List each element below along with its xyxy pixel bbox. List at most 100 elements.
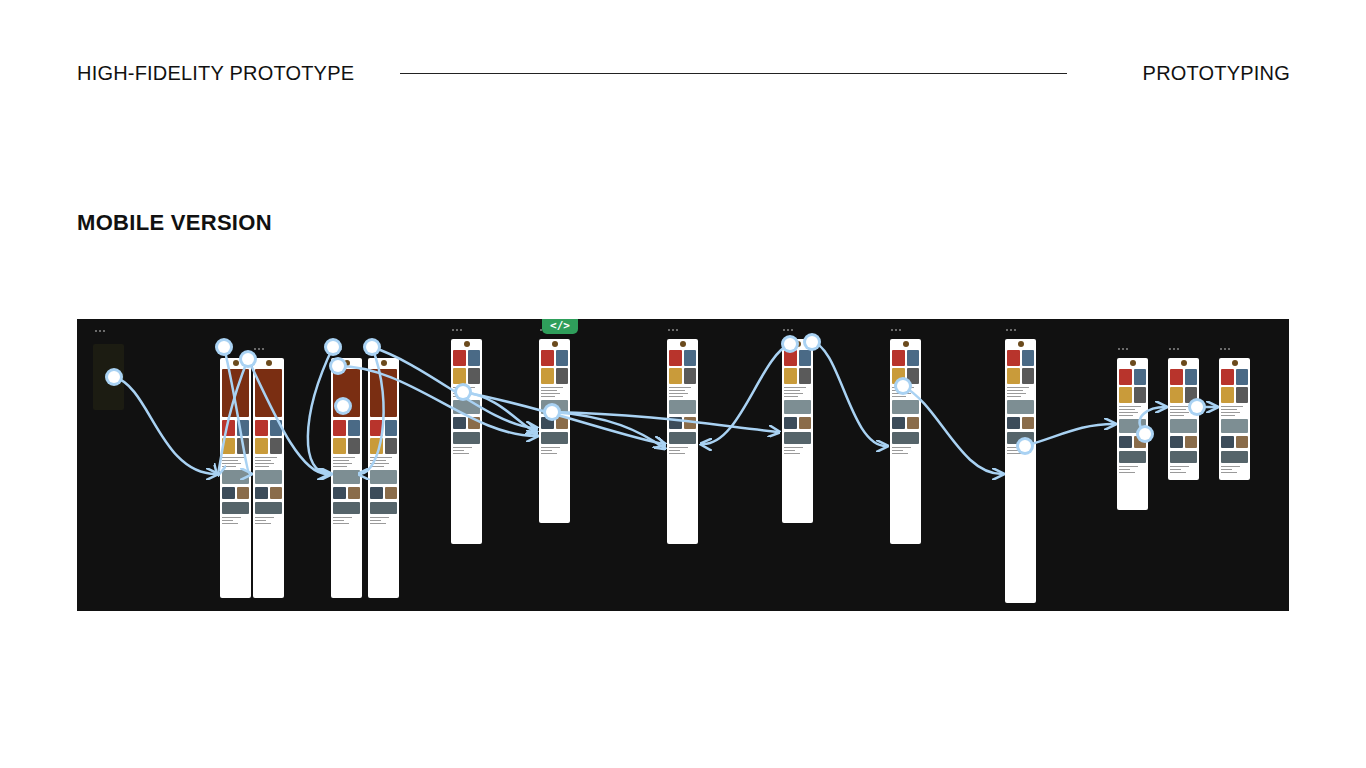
banner-image	[222, 470, 249, 484]
banner-image	[1221, 419, 1248, 433]
screen-frame[interactable]	[253, 358, 284, 598]
text-lines	[1221, 466, 1248, 473]
logo-icon	[1181, 360, 1187, 366]
screen-frame[interactable]	[1168, 358, 1199, 480]
hotspot-icon[interactable]	[1136, 425, 1154, 443]
product-image	[348, 438, 361, 454]
code-badge[interactable]: </>	[542, 319, 578, 334]
start-frame[interactable]	[93, 344, 124, 410]
product-image	[556, 417, 569, 429]
product-image	[270, 487, 283, 499]
prototype-canvas[interactable]: </>	[77, 319, 1289, 611]
hotspot-icon[interactable]	[324, 338, 342, 356]
product-image	[907, 368, 920, 384]
product-grid	[1119, 369, 1146, 403]
screen-top-bar	[453, 341, 480, 347]
screen-frame[interactable]	[539, 339, 570, 523]
product-image	[453, 368, 466, 384]
product-grid	[1170, 436, 1197, 448]
product-image	[799, 417, 812, 429]
banner-image	[541, 400, 568, 414]
screen-frame[interactable]	[890, 339, 921, 544]
product-grid	[669, 417, 696, 429]
product-image	[669, 368, 682, 384]
connection-arrow	[338, 366, 536, 436]
screen-frame[interactable]	[451, 339, 482, 544]
text-lines	[669, 387, 696, 397]
slide-header: HIGH-FIDELITY PROTOTYPEPROTOTYPING	[77, 58, 1290, 88]
connection-arrow	[224, 347, 250, 474]
screen-frame[interactable]	[1219, 358, 1250, 480]
text-lines	[1119, 406, 1146, 416]
hotspot-icon[interactable]	[781, 335, 799, 353]
text-lines	[541, 387, 568, 397]
hotspot-icon[interactable]	[1016, 437, 1034, 455]
text-lines	[255, 457, 282, 467]
product-image	[468, 417, 481, 429]
product-image	[892, 368, 905, 384]
product-image	[1236, 369, 1249, 385]
screen-top-bar	[1119, 360, 1146, 366]
screen-top-bar	[1170, 360, 1197, 366]
product-image	[348, 487, 361, 499]
screen-frame[interactable]	[220, 358, 251, 598]
banner-image	[892, 400, 919, 414]
connection-arrow	[463, 392, 664, 444]
screen-top-bar	[370, 360, 397, 366]
hotspot-icon[interactable]	[334, 397, 352, 415]
section-heading: MOBILE VERSION	[77, 210, 1290, 236]
frame-menu-icon	[95, 330, 105, 332]
product-image	[270, 438, 283, 454]
banner-image	[1007, 400, 1034, 414]
connection-arrow	[218, 359, 248, 474]
connection-arrow	[463, 392, 536, 432]
hotspot-icon[interactable]	[894, 377, 912, 395]
text-lines	[1007, 387, 1034, 397]
hotspot-icon[interactable]	[454, 383, 472, 401]
screen-frame[interactable]	[368, 358, 399, 598]
product-image	[1236, 387, 1249, 403]
product-image	[1022, 417, 1035, 429]
footer-image	[1119, 451, 1146, 463]
hotspot-icon[interactable]	[1188, 398, 1206, 416]
connection-arrow	[360, 347, 384, 474]
product-image	[684, 368, 697, 384]
screen-top-bar	[669, 341, 696, 347]
product-grid	[1170, 369, 1197, 403]
product-image	[556, 368, 569, 384]
product-image	[1185, 436, 1198, 448]
hotspot-icon[interactable]	[543, 403, 561, 421]
hotspot-icon[interactable]	[803, 333, 821, 351]
banner-image	[1170, 419, 1197, 433]
text-lines	[1221, 406, 1248, 416]
screen-frame[interactable]	[1005, 339, 1036, 603]
banner-image	[333, 470, 360, 484]
text-lines	[1170, 406, 1197, 416]
text-lines	[453, 387, 480, 397]
hotspot-icon[interactable]	[363, 338, 381, 356]
connection-arrow	[903, 386, 1002, 474]
product-image	[370, 487, 383, 499]
product-image	[784, 350, 797, 366]
text-lines	[453, 447, 480, 454]
hero-image	[255, 369, 282, 417]
connection-arrow	[248, 359, 327, 474]
logo-icon	[233, 360, 239, 366]
screen-frame[interactable]	[1117, 358, 1148, 510]
frame-menu-icon	[254, 348, 264, 350]
text-lines	[222, 517, 249, 524]
product-grid	[892, 417, 919, 429]
screen-top-bar	[1007, 341, 1034, 347]
screen-frame[interactable]	[782, 339, 813, 523]
hotspot-icon[interactable]	[239, 350, 257, 368]
slide-title: HIGH-FIDELITY PROTOTYPE	[77, 62, 354, 85]
product-image	[370, 420, 383, 436]
screen-frame[interactable]	[331, 358, 362, 598]
logo-icon	[344, 360, 350, 366]
hotspot-icon[interactable]	[329, 357, 347, 375]
product-image	[669, 350, 682, 366]
product-image	[222, 438, 235, 454]
screen-frame[interactable]	[667, 339, 698, 544]
hotspot-icon[interactable]	[215, 338, 233, 356]
hotspot-icon[interactable]	[105, 368, 123, 386]
